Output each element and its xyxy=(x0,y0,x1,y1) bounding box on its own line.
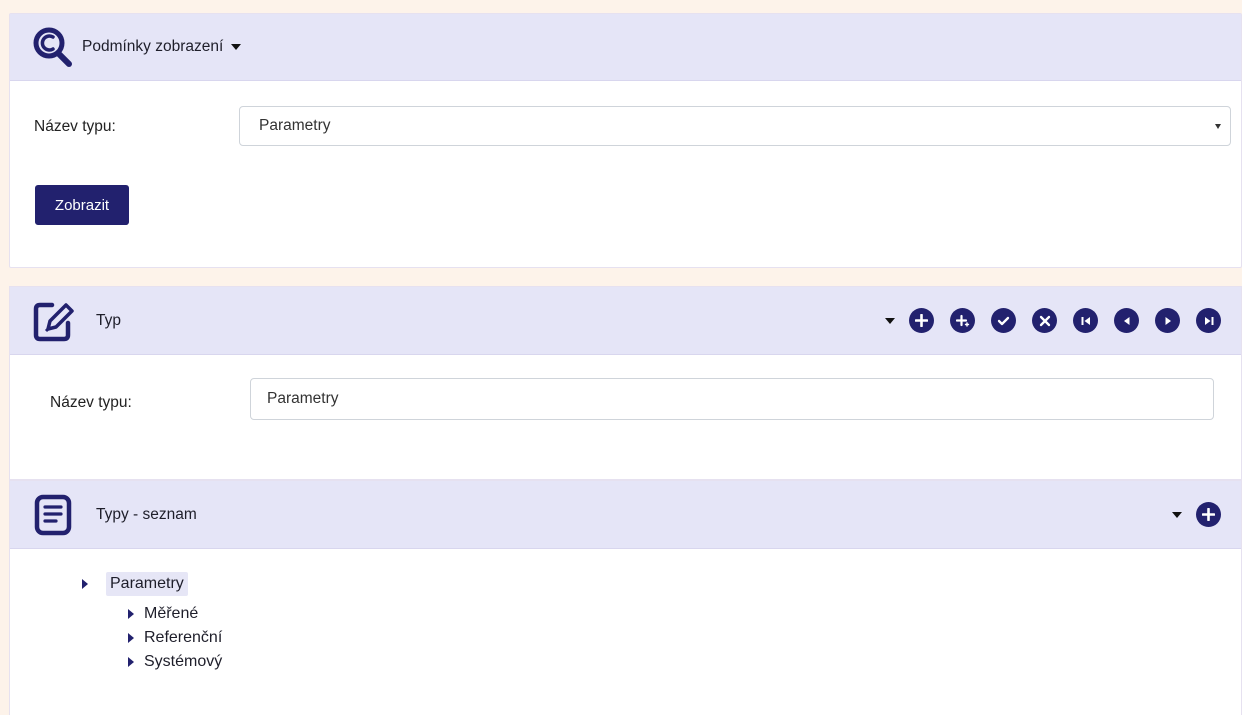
chevron-down-icon[interactable] xyxy=(231,44,242,50)
type-name-label: Název typu: xyxy=(34,118,116,135)
tree-node-label[interactable]: Referenční xyxy=(144,629,222,647)
type-name-select[interactable]: Parametry xyxy=(239,106,1231,146)
search-icon xyxy=(32,26,76,70)
first-record-icon[interactable] xyxy=(1073,308,1098,333)
previous-record-icon[interactable] xyxy=(1114,308,1139,333)
tree-node-root[interactable]: Parametry xyxy=(82,572,188,596)
add-icon[interactable] xyxy=(1196,502,1221,527)
list-document-icon xyxy=(32,493,76,537)
cancel-icon[interactable] xyxy=(1032,308,1057,333)
type-detail-panel: Typ Název typu: Parametry xyxy=(9,286,1242,480)
tree-node-label[interactable]: Parametry xyxy=(106,572,188,596)
next-record-icon[interactable] xyxy=(1155,308,1180,333)
display-conditions-panel: Podmínky zobrazení Název typu: Parametry… xyxy=(9,13,1242,268)
tree-node-label[interactable]: Měřené xyxy=(144,605,198,623)
add-icon[interactable] xyxy=(909,308,934,333)
chevron-down-icon[interactable] xyxy=(1172,511,1182,518)
expand-arrow-icon[interactable] xyxy=(128,609,134,619)
chevron-down-icon[interactable] xyxy=(885,317,895,324)
last-record-icon[interactable] xyxy=(1196,308,1221,333)
record-toolbar xyxy=(885,308,1221,333)
display-conditions-header[interactable]: Podmínky zobrazení xyxy=(10,14,1241,81)
type-detail-header: Typ xyxy=(10,287,1241,355)
tree-node-child[interactable]: Referenční xyxy=(128,629,222,647)
type-name-input-value: Parametry xyxy=(267,390,339,407)
confirm-icon[interactable] xyxy=(991,308,1016,333)
type-name-label: Název typu: xyxy=(50,394,132,411)
tree-node-child[interactable]: Měřené xyxy=(128,605,198,623)
type-name-input[interactable]: Parametry xyxy=(250,378,1214,420)
expand-arrow-icon[interactable] xyxy=(128,657,134,667)
list-toolbar xyxy=(1172,502,1221,527)
add-child-icon[interactable] xyxy=(950,308,975,333)
type-detail-title: Typ xyxy=(96,311,121,329)
type-list-title: Typy - seznam xyxy=(96,505,197,523)
page: Podmínky zobrazení Název typu: Parametry… xyxy=(9,0,1242,715)
type-list-panel: Typy - seznam Parametry Měřené Referenčn… xyxy=(9,480,1242,715)
type-name-select-value: Parametry xyxy=(259,117,331,134)
type-list-header: Typy - seznam xyxy=(10,481,1241,549)
display-conditions-title: Podmínky zobrazení xyxy=(82,38,224,55)
expand-arrow-icon[interactable] xyxy=(128,633,134,643)
select-arrow-icon xyxy=(1215,124,1221,129)
tree-node-child[interactable]: Systémový xyxy=(128,653,222,671)
show-button[interactable]: Zobrazit xyxy=(35,185,129,225)
expand-arrow-icon[interactable] xyxy=(82,579,88,589)
edit-icon xyxy=(32,299,76,343)
tree-node-label[interactable]: Systémový xyxy=(144,653,222,671)
